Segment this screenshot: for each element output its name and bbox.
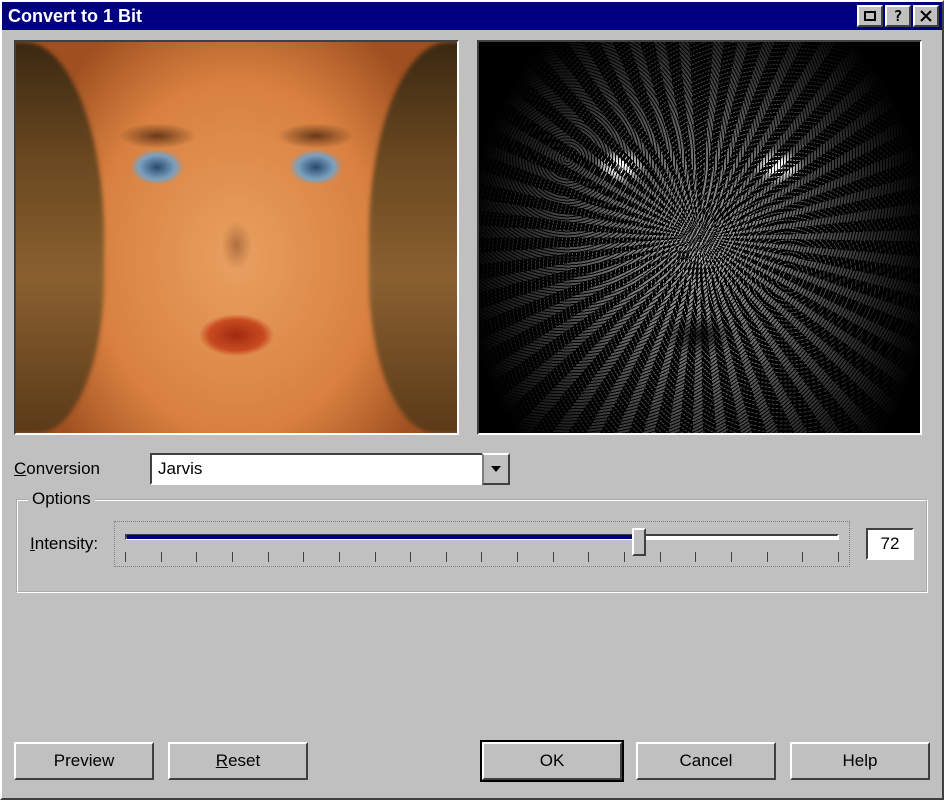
conversion-dropdown-button[interactable] <box>482 453 510 485</box>
dithered-image-placeholder <box>479 42 920 433</box>
button-bar-right: OK Cancel Help <box>482 742 930 780</box>
restore-icon <box>863 10 877 22</box>
conversion-row: Conversion <box>14 453 930 485</box>
reset-button-label: Reset <box>216 751 260 771</box>
close-button[interactable] <box>913 5 939 27</box>
conversion-label-rest: onversion <box>26 459 100 478</box>
preview-row <box>14 40 930 435</box>
conversion-accel: C <box>14 459 26 478</box>
preview-button-label: Preview <box>54 751 114 771</box>
help-icon: ? <box>893 7 902 25</box>
button-bar: Preview Reset OK Cancel Help <box>14 742 930 780</box>
ok-button-label: OK <box>540 751 565 771</box>
intensity-slider[interactable] <box>114 521 850 567</box>
help-button[interactable]: Help <box>790 742 930 780</box>
dialog-window: Convert to 1 Bit ? <box>0 0 944 800</box>
context-help-button[interactable]: ? <box>885 5 911 27</box>
chevron-down-icon <box>490 463 502 475</box>
preview-button[interactable]: Preview <box>14 742 154 780</box>
conversion-combobox[interactable] <box>150 453 510 485</box>
conversion-input[interactable] <box>152 455 482 483</box>
preview-original <box>14 40 459 435</box>
intensity-value-input[interactable] <box>866 528 914 560</box>
intensity-row: Intensity: <box>30 521 914 567</box>
dialog-body: Conversion Options Intensity: <box>2 30 942 603</box>
reset-rest: eset <box>228 751 260 770</box>
button-bar-left: Preview Reset <box>14 742 308 780</box>
cancel-button-label: Cancel <box>680 751 733 771</box>
options-group: Options Intensity: <box>16 499 928 593</box>
restore-button[interactable] <box>857 5 883 27</box>
help-button-label: Help <box>843 751 878 771</box>
original-image-placeholder <box>16 42 457 433</box>
titlebar-controls: ? <box>857 5 939 27</box>
reset-button[interactable]: Reset <box>168 742 308 780</box>
ok-button[interactable]: OK <box>482 742 622 780</box>
reset-accel: R <box>216 751 228 770</box>
options-legend: Options <box>28 489 95 509</box>
window-title: Convert to 1 Bit <box>8 6 857 27</box>
slider-ticks <box>125 552 839 562</box>
titlebar: Convert to 1 Bit ? <box>2 2 942 30</box>
preview-result <box>477 40 922 435</box>
slider-fill <box>127 535 641 539</box>
cancel-button[interactable]: Cancel <box>636 742 776 780</box>
intensity-label: Intensity: <box>30 534 98 554</box>
close-icon <box>919 10 933 22</box>
conversion-label: Conversion <box>14 459 100 479</box>
intensity-label-rest: ntensity: <box>35 534 98 553</box>
